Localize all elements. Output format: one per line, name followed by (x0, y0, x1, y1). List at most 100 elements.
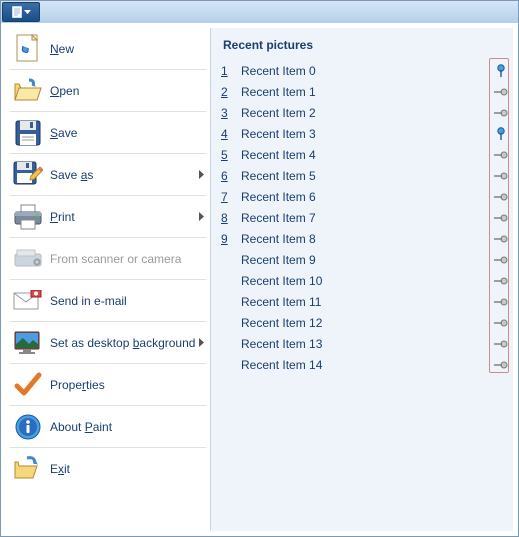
recent-pictures-list: 1Recent Item 02Recent Item 13Recent Item… (221, 60, 509, 525)
recent-item-label: Recent Item 10 (237, 274, 493, 288)
menu-label: About Paint (50, 420, 112, 434)
pin-icon-pinned[interactable] (493, 127, 509, 141)
application-window: New Open Save Save as (0, 0, 519, 537)
recent-item[interactable]: 1Recent Item 0 (221, 60, 509, 81)
recent-item-number: 4 (221, 127, 237, 141)
recent-item[interactable]: 9Recent Item 8 (221, 228, 509, 249)
menu-item-open[interactable]: Open (6, 70, 210, 111)
pin-icon-unpinned[interactable] (493, 171, 509, 181)
main-menu-column: New Open Save Save as (6, 28, 210, 531)
menu-label: Set as desktop background (50, 336, 195, 350)
pin-icon-unpinned[interactable] (493, 360, 509, 370)
save-as-icon (12, 159, 44, 191)
titlebar (1, 1, 518, 23)
recent-item-number: 8 (221, 211, 237, 225)
pin-icon-unpinned[interactable] (493, 276, 509, 286)
recent-item-number: 2 (221, 85, 237, 99)
email-icon (12, 285, 44, 317)
recent-item-label: Recent Item 8 (237, 232, 493, 246)
recent-item[interactable]: 2Recent Item 1 (221, 81, 509, 102)
chevron-right-icon (199, 168, 204, 182)
document-icon (12, 6, 22, 18)
exit-icon (12, 453, 44, 485)
chevron-down-icon (24, 10, 31, 14)
recent-item[interactable]: 5Recent Item 4 (221, 144, 509, 165)
menu-item-save-as[interactable]: Save as (6, 154, 210, 195)
desktop-background-icon (12, 327, 44, 359)
pin-icon-pinned[interactable] (493, 64, 509, 78)
pin-icon-unpinned[interactable] (493, 297, 509, 307)
recent-item-number: 1 (221, 64, 237, 78)
new-document-icon (12, 33, 44, 65)
pin-icon-unpinned[interactable] (493, 150, 509, 160)
menu-item-print[interactable]: Print (6, 196, 210, 237)
recent-item-label: Recent Item 13 (237, 337, 493, 351)
pin-icon-unpinned[interactable] (493, 87, 509, 97)
recent-item[interactable]: Recent Item 13 (221, 333, 509, 354)
pin-icon-unpinned[interactable] (493, 108, 509, 118)
recent-item-number: 7 (221, 190, 237, 204)
recent-item[interactable]: 8Recent Item 7 (221, 207, 509, 228)
menu-item-new[interactable]: New (6, 28, 210, 69)
recent-item[interactable]: 4Recent Item 3 (221, 123, 509, 144)
pin-icon-unpinned[interactable] (493, 318, 509, 328)
pin-icon-unpinned[interactable] (493, 213, 509, 223)
recent-item[interactable]: 3Recent Item 2 (221, 102, 509, 123)
recent-pictures-panel: Recent pictures 1Recent Item 02Recent It… (210, 28, 513, 531)
recent-item[interactable]: Recent Item 10 (221, 270, 509, 291)
open-folder-icon (12, 75, 44, 107)
recent-item-number: 5 (221, 148, 237, 162)
chevron-right-icon (199, 336, 204, 350)
pin-icon-unpinned[interactable] (493, 339, 509, 349)
pin-icon-unpinned[interactable] (493, 255, 509, 265)
menu-label: Save as (50, 168, 93, 182)
recent-item-label: Recent Item 4 (237, 148, 493, 162)
menu-item-exit[interactable]: Exit (6, 448, 210, 489)
pin-icon-unpinned[interactable] (493, 192, 509, 202)
recent-item-label: Recent Item 5 (237, 169, 493, 183)
chevron-right-icon (199, 210, 204, 224)
recent-item-number: 9 (221, 232, 237, 246)
menu-label: Properties (50, 378, 105, 392)
recent-item-label: Recent Item 0 (237, 64, 493, 78)
menu-item-send-email[interactable]: Send in e-mail (6, 280, 210, 321)
recent-item-label: Recent Item 2 (237, 106, 493, 120)
menu-item-save[interactable]: Save (6, 112, 210, 153)
menu-item-about[interactable]: About Paint (6, 406, 210, 447)
checkmark-icon (12, 369, 44, 401)
save-floppy-icon (12, 117, 44, 149)
menu-label: From scanner or camera (50, 252, 181, 266)
recent-item-label: Recent Item 9 (237, 253, 493, 267)
menu-label: New (50, 42, 74, 56)
menu-item-properties[interactable]: Properties (6, 364, 210, 405)
recent-item-label: Recent Item 3 (237, 127, 493, 141)
recent-item[interactable]: Recent Item 9 (221, 249, 509, 270)
menu-label: Send in e-mail (50, 294, 127, 308)
recent-item[interactable]: Recent Item 12 (221, 312, 509, 333)
pin-icon-unpinned[interactable] (493, 234, 509, 244)
scanner-icon (12, 243, 44, 275)
menu-label: Exit (50, 462, 70, 476)
recent-item-number: 3 (221, 106, 237, 120)
info-icon (12, 411, 44, 443)
menu-item-from-scanner: From scanner or camera (6, 238, 210, 279)
recent-item-label: Recent Item 6 (237, 190, 493, 204)
recent-item[interactable]: Recent Item 14 (221, 354, 509, 375)
recent-item[interactable]: Recent Item 11 (221, 291, 509, 312)
recent-item-label: Recent Item 11 (237, 295, 493, 309)
menu-panel: New Open Save Save as (1, 23, 518, 536)
printer-icon (12, 201, 44, 233)
recent-item-label: Recent Item 7 (237, 211, 493, 225)
menu-label: Print (50, 210, 75, 224)
menu-item-wallpaper[interactable]: Set as desktop background (6, 322, 210, 363)
recent-item[interactable]: 7Recent Item 6 (221, 186, 509, 207)
menu-label: Save (50, 126, 77, 140)
recent-item-number: 6 (221, 169, 237, 183)
recent-item-label: Recent Item 1 (237, 85, 493, 99)
recent-item-label: Recent Item 12 (237, 316, 493, 330)
app-menu-button[interactable] (2, 2, 40, 22)
menu-label: Open (50, 84, 79, 98)
recent-pictures-header: Recent pictures (221, 34, 509, 60)
recent-item-label: Recent Item 14 (237, 358, 493, 372)
recent-item[interactable]: 6Recent Item 5 (221, 165, 509, 186)
